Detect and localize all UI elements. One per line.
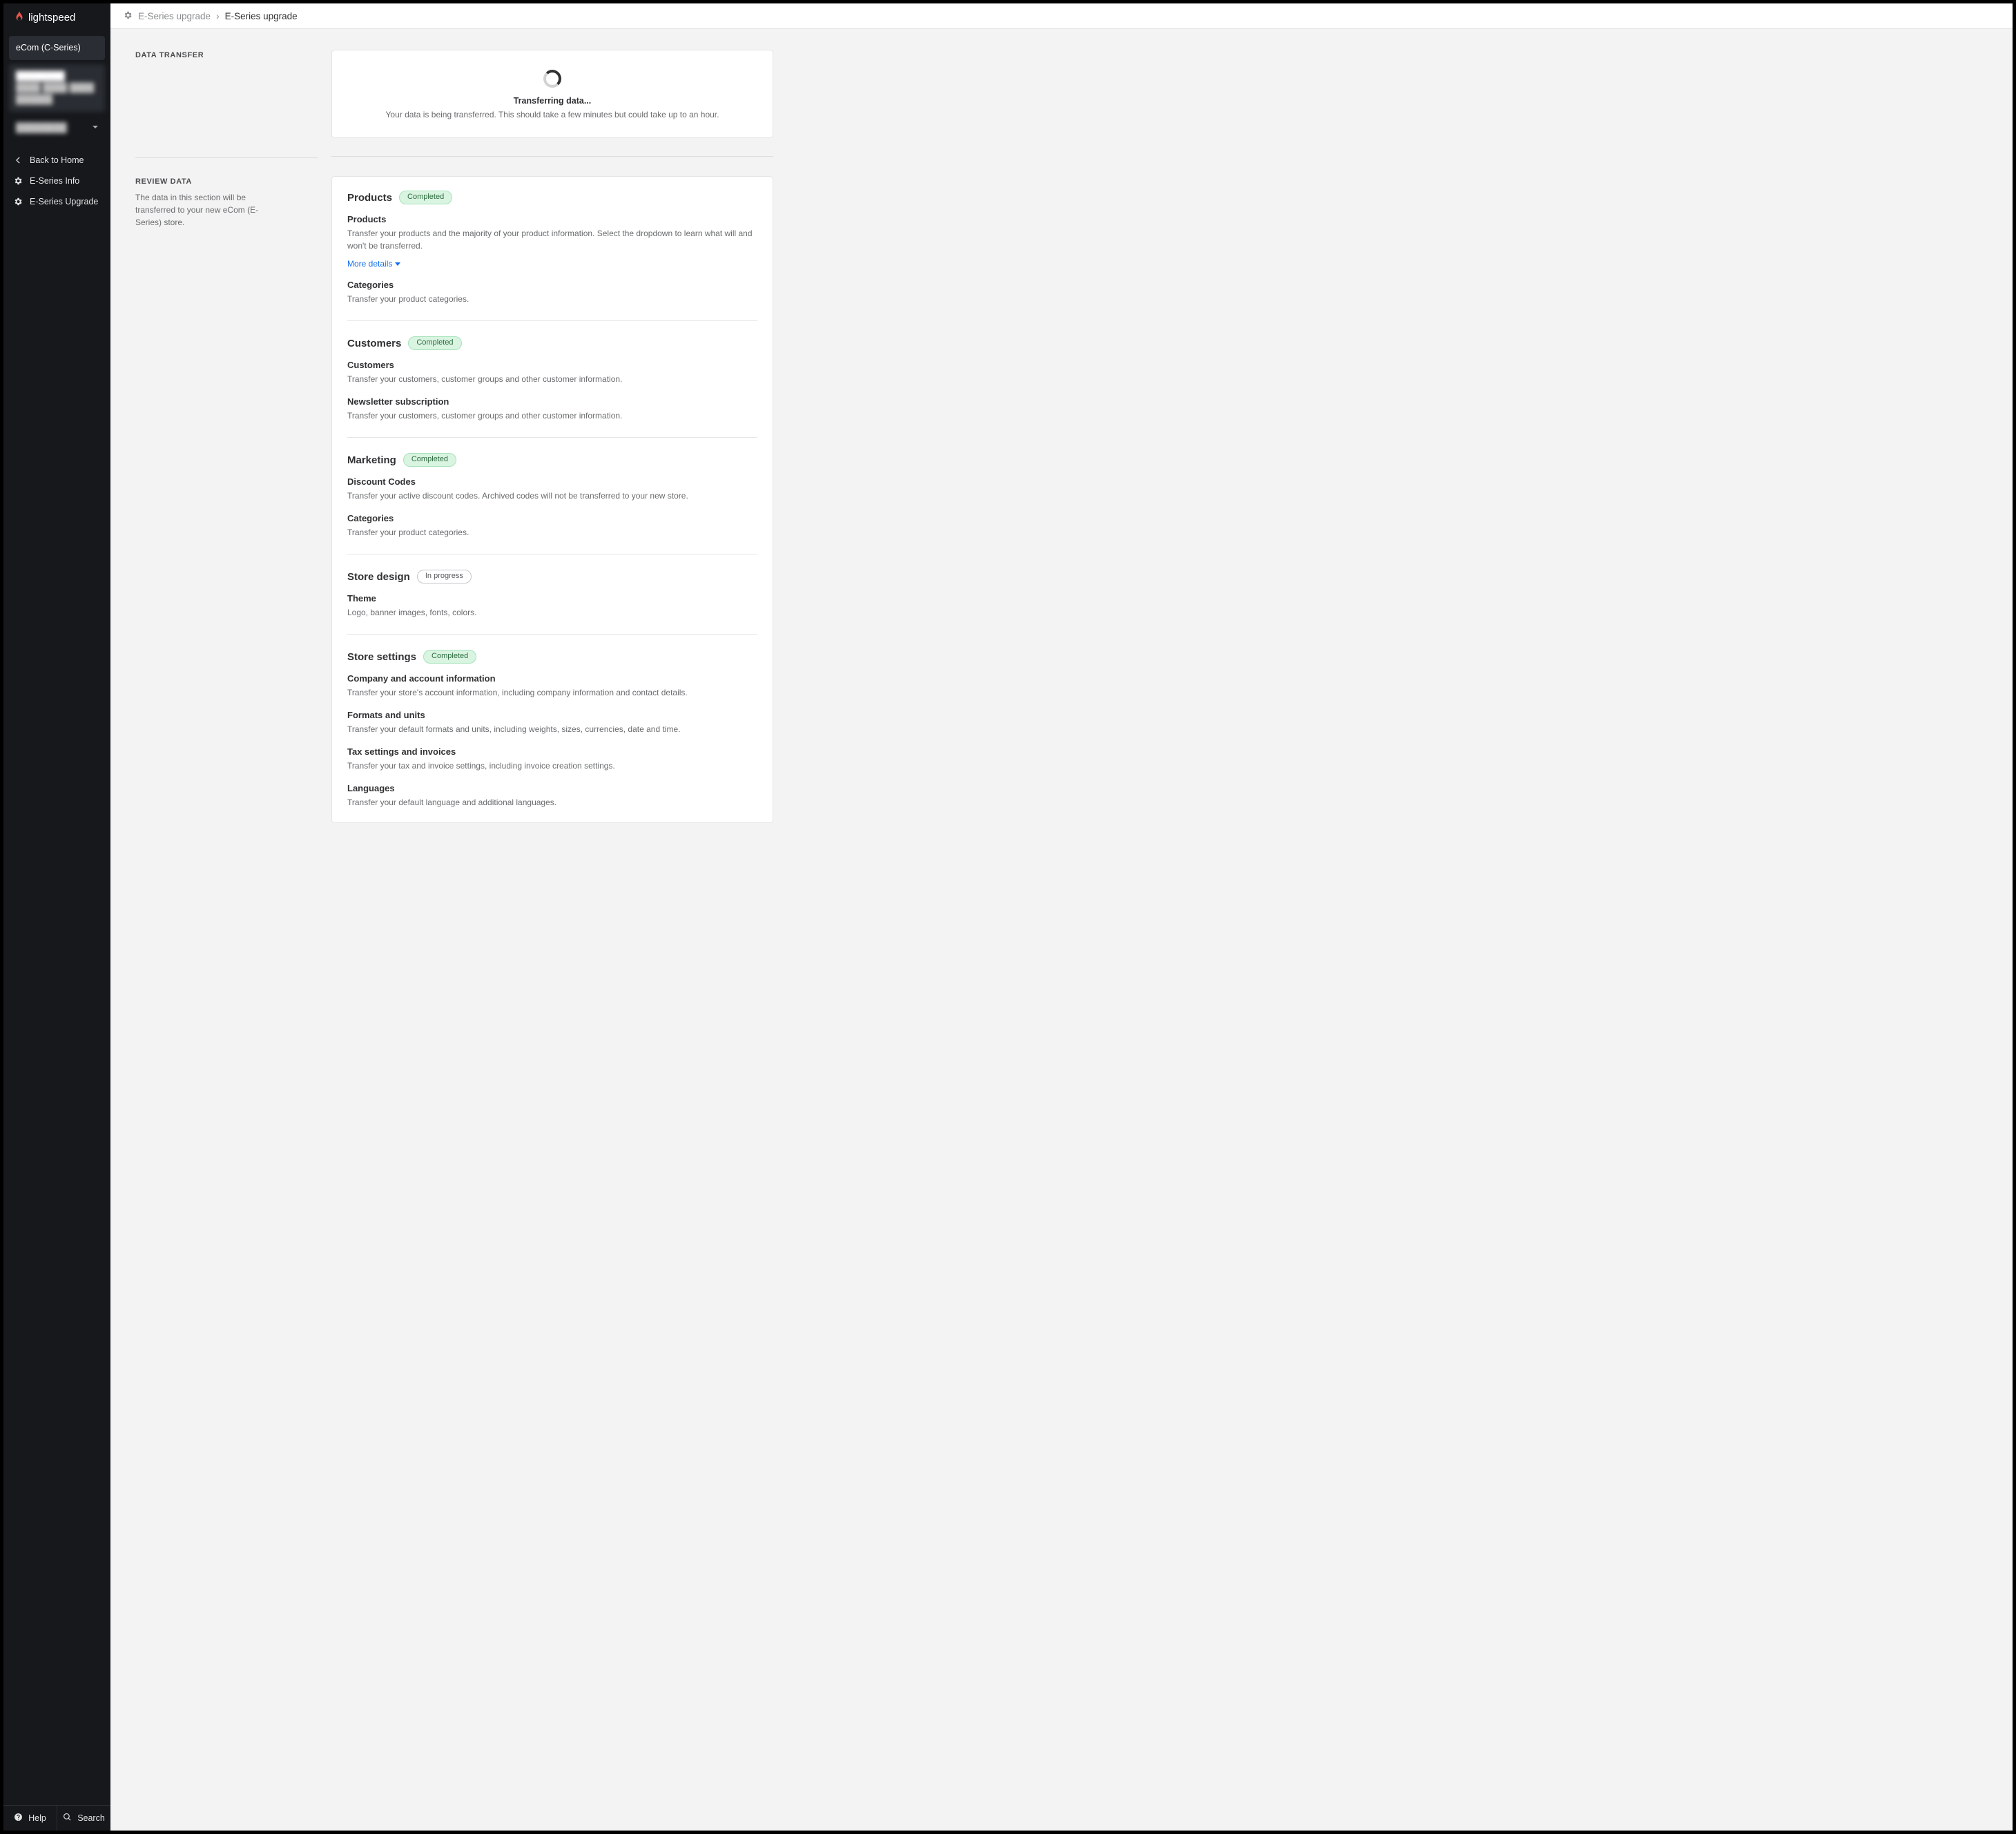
review-item-title: Tax settings and invoices [347, 746, 757, 757]
sidebar-store-selector[interactable]: ████████ [9, 116, 105, 139]
review-item: Tax settings and invoices Transfer your t… [347, 746, 757, 772]
review-item-title: Formats and units [347, 710, 757, 720]
review-item-desc: Transfer your default language and addit… [347, 796, 757, 809]
review-item-desc: Transfer your customers, customer groups… [347, 373, 757, 385]
sidebar-context-title[interactable]: eCom (C-Series) [9, 36, 105, 60]
review-item: Discount Codes Transfer your active disco… [347, 476, 757, 502]
group-header: Products Completed [347, 191, 757, 204]
sidebar: lightspeed eCom (C-Series) ████████ ████… [3, 3, 110, 1831]
group-header: Store design In progress [347, 570, 757, 583]
section-sub-review: The data in this section will be transfe… [135, 191, 266, 229]
review-item-title: Theme [347, 593, 757, 604]
gear-icon [123, 10, 133, 22]
review-item-title: Languages [347, 783, 757, 793]
section-review-data: REVIEW DATA The data in this section wil… [110, 176, 2013, 841]
search-button[interactable]: Search [57, 1806, 110, 1831]
review-item: Products Transfer your products and the m… [347, 214, 757, 269]
review-item-title: Company and account information [347, 673, 757, 684]
spinner-icon [543, 70, 561, 88]
sidebar-item-label: E-Series Upgrade [30, 197, 98, 206]
sidebar-item-back-to-home[interactable]: Back to Home [3, 150, 110, 171]
search-icon [63, 1813, 72, 1824]
section-heading-data-transfer: DATA TRANSFER [135, 51, 318, 59]
status-badge: Completed [399, 191, 452, 204]
review-card: Products Completed Products Transfer your p… [331, 176, 773, 823]
review-item-desc: Transfer your store's account informatio… [347, 686, 757, 699]
review-item-title: Newsletter subscription [347, 396, 757, 407]
section-heading-review: REVIEW DATA [135, 177, 318, 186]
review-item: Company and account information Transfer … [347, 673, 757, 699]
review-item: Categories Transfer your product categori… [347, 280, 757, 305]
group-header: Store settings Completed [347, 650, 757, 664]
review-group-customers: Customers Completed Customers Transfer your… [347, 320, 757, 422]
review-item-title: Discount Codes [347, 476, 757, 487]
breadcrumb-current: E-Series upgrade [225, 11, 298, 21]
group-title: Products [347, 192, 392, 204]
review-item-desc: Transfer your product categories. [347, 526, 757, 539]
brand-name: lightspeed [28, 12, 75, 23]
review-item-desc: Transfer your active discount codes. Arc… [347, 490, 757, 502]
sidebar-account-obscured[interactable]: ████████ ████ ████ ████ ██████ [9, 64, 105, 112]
help-button[interactable]: Help [3, 1806, 57, 1831]
review-item: Customers Transfer your customers, custom… [347, 360, 757, 385]
sidebar-item-label: E-Series Info [30, 176, 79, 186]
data-transfer-card: Transferring data... Your data is being … [331, 50, 773, 138]
breadcrumb: E-Series upgrade › E-Series upgrade [110, 3, 2013, 29]
review-item-desc: Transfer your product categories. [347, 293, 757, 305]
chevron-down-icon [395, 262, 400, 266]
sidebar-item-label: Back to Home [30, 155, 84, 165]
group-title: Marketing [347, 454, 396, 466]
transfer-title: Transferring data... [514, 96, 592, 106]
review-group-store-settings: Store settings Completed Company and accou… [347, 634, 757, 809]
transfer-desc: Your data is being transferred. This sho… [386, 110, 719, 119]
review-item: Categories Transfer your product categori… [347, 513, 757, 539]
review-item-title: Products [347, 214, 757, 224]
review-item-desc: Transfer your customers, customer groups… [347, 409, 757, 422]
status-badge: Completed [423, 650, 476, 664]
section-data-transfer: DATA TRANSFER Transferring data... Your … [110, 50, 2013, 156]
status-badge: Completed [403, 453, 456, 467]
sidebar-footer: Help Search [3, 1805, 110, 1831]
review-item-title: Categories [347, 280, 757, 290]
main: E-Series upgrade › E-Series upgrade DATA… [110, 3, 2013, 1831]
more-details-link[interactable]: More details [347, 259, 400, 269]
status-badge: In progress [417, 570, 472, 583]
sidebar-item-e-series-info[interactable]: E-Series Info [3, 171, 110, 191]
review-group-marketing: Marketing Completed Discount Codes Transfer… [347, 437, 757, 539]
group-title: Customers [347, 338, 401, 349]
gear-icon [13, 176, 23, 186]
chevron-left-icon [13, 155, 23, 165]
brand-logo[interactable]: lightspeed [3, 3, 110, 32]
chevron-down-icon [93, 126, 98, 128]
review-item: Formats and units Transfer your default f… [347, 710, 757, 735]
breadcrumb-parent[interactable]: E-Series upgrade [138, 11, 211, 21]
sidebar-item-e-series-upgrade[interactable]: E-Series Upgrade [3, 191, 110, 212]
help-icon [14, 1813, 23, 1824]
sidebar-nav: Back to Home E-Series Info E-Series Upgrad… [3, 146, 110, 216]
group-header: Customers Completed [347, 336, 757, 350]
review-item-desc: Logo, banner images, fonts, colors. [347, 606, 757, 619]
gear-icon [13, 197, 23, 206]
review-item: Theme Logo, banner images, fonts, colors. [347, 593, 757, 619]
group-header: Marketing Completed [347, 453, 757, 467]
group-title: Store design [347, 571, 410, 583]
review-item-desc: Transfer your default formats and units,… [347, 723, 757, 735]
review-item-title: Categories [347, 513, 757, 523]
review-item-desc: Transfer your products and the majority … [347, 227, 757, 252]
content: DATA TRANSFER Transferring data... Your … [110, 29, 2013, 1831]
review-group-store-design: Store design In progress Theme Logo, banner… [347, 554, 757, 619]
chevron-right-icon: › [216, 11, 220, 21]
review-item-desc: Transfer your tax and invoice settings, … [347, 760, 757, 772]
flame-icon [13, 10, 26, 25]
review-item: Newsletter subscription Transfer your cus… [347, 396, 757, 422]
review-item: Languages Transfer your default language … [347, 783, 757, 809]
sidebar-context: eCom (C-Series) ████████ ████ ████ ████ … [3, 32, 110, 146]
review-group-products: Products Completed Products Transfer your p… [347, 191, 757, 305]
status-badge: Completed [408, 336, 461, 350]
group-title: Store settings [347, 651, 416, 663]
review-item-title: Customers [347, 360, 757, 370]
